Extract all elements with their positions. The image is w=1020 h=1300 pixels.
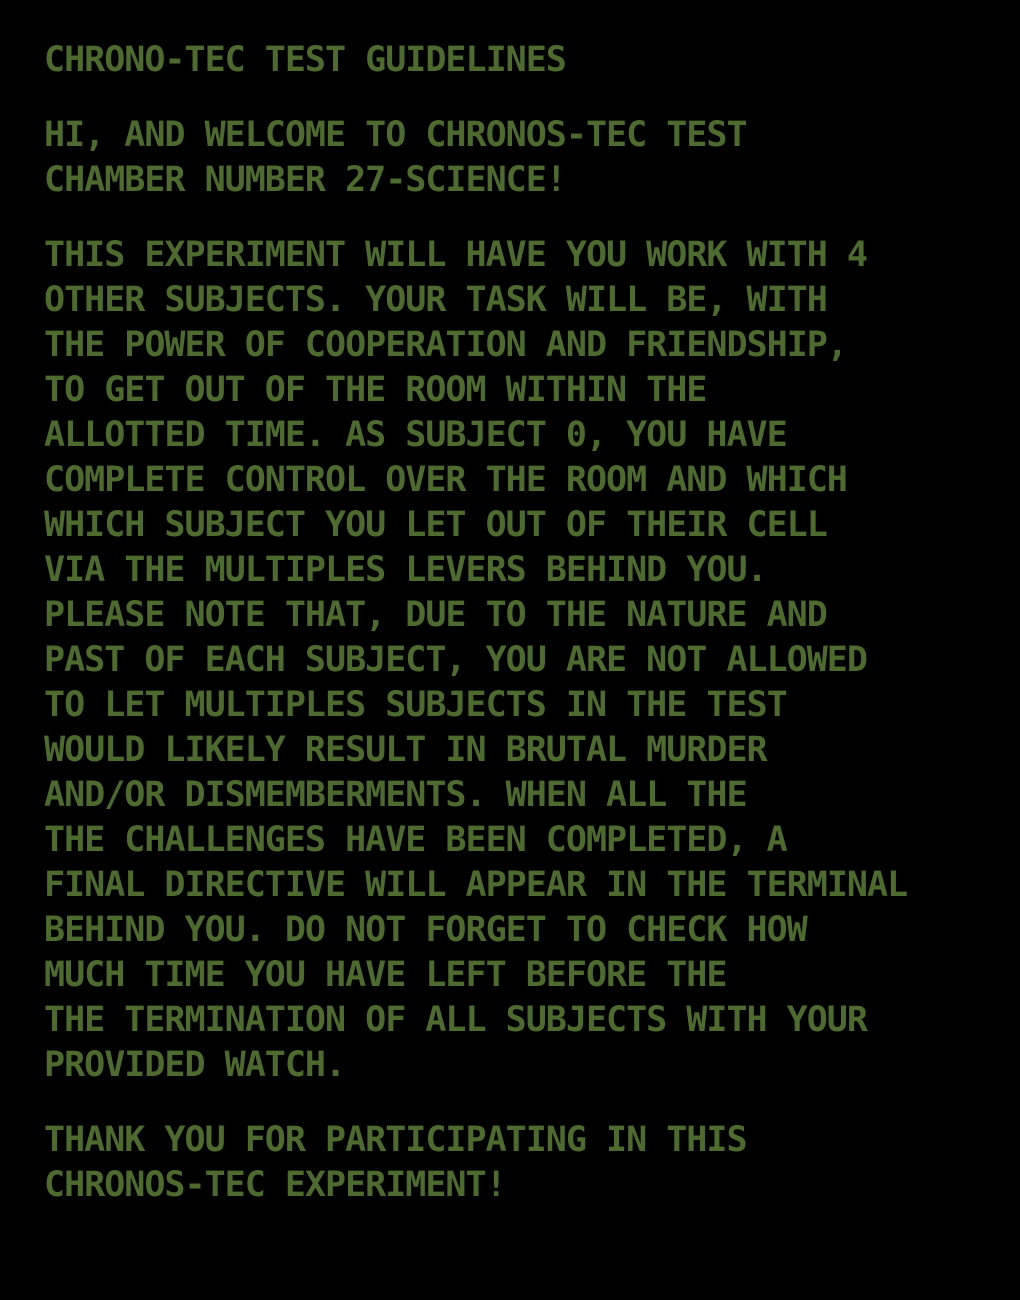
instruction-line: TO GET OUT OF THE ROOM WITHIN THE bbox=[44, 370, 707, 410]
instruction-line: FINAL DIRECTIVE WILL APPEAR IN THE TERMI… bbox=[44, 865, 908, 905]
closing-line: CHRONOS-TEC EXPERIMENT! bbox=[44, 1165, 507, 1205]
instruction-line: THE POWER OF COOPERATION AND FRIENDSHIP, bbox=[44, 325, 848, 365]
instruction-line: BEHIND YOU. DO NOT FORGET TO CHECK HOW bbox=[44, 910, 808, 950]
instruction-line: PAST OF EACH SUBJECT, YOU ARE NOT ALLOWE… bbox=[44, 640, 868, 680]
welcome-line: HI, AND WELCOME TO CHRONOS-TEC TEST bbox=[44, 115, 748, 155]
instruction-line: THE CHALLENGES HAVE BEEN COMPLETED, A bbox=[44, 820, 788, 860]
closing-line: THANK YOU FOR PARTICIPATING IN THIS bbox=[44, 1120, 748, 1160]
instruction-line: WHICH SUBJECT YOU LET OUT OF THEIR CELL bbox=[44, 505, 828, 545]
instruction-line: PLEASE NOTE THAT, DUE TO THE NATURE AND bbox=[44, 595, 828, 635]
instruction-line: AND/OR DISMEMBERMENTS. WHEN ALL THE bbox=[44, 775, 748, 815]
terminal-screen: CHRONO-TEC TEST GUIDELINES HI, AND WELCO… bbox=[0, 0, 1020, 1300]
instruction-line: VIA THE MULTIPLES LEVERS BEHIND YOU. bbox=[44, 550, 768, 590]
instruction-line: OTHER SUBJECTS. YOUR TASK WILL BE, WITH bbox=[44, 280, 828, 320]
instruction-line: WOULD LIKELY RESULT IN BRUTAL MURDER bbox=[44, 730, 768, 770]
instructions-paragraph: THIS EXPERIMENT WILL HAVE YOU WORK WITH … bbox=[44, 233, 984, 1088]
instruction-line: TO LET MULTIPLES SUBJECTS IN THE TEST bbox=[44, 685, 788, 725]
welcome-paragraph: HI, AND WELCOME TO CHRONOS-TEC TEST CHAM… bbox=[44, 113, 984, 203]
welcome-line: CHAMBER NUMBER 27-SCIENCE! bbox=[44, 160, 567, 200]
instruction-line: COMPLETE CONTROL OVER THE ROOM AND WHICH bbox=[44, 460, 848, 500]
instruction-line: PROVIDED WATCH. bbox=[44, 1045, 346, 1085]
guidelines-document: CHRONO-TEC TEST GUIDELINES HI, AND WELCO… bbox=[44, 38, 984, 1238]
closing-paragraph: THANK YOU FOR PARTICIPATING IN THIS CHRO… bbox=[44, 1118, 984, 1208]
document-title: CHRONO-TEC TEST GUIDELINES bbox=[44, 40, 567, 80]
instruction-line: MUCH TIME YOU HAVE LEFT BEFORE THE bbox=[44, 955, 727, 995]
instruction-line: ALLOTTED TIME. AS SUBJECT 0, YOU HAVE bbox=[44, 415, 788, 455]
instruction-line: THIS EXPERIMENT WILL HAVE YOU WORK WITH … bbox=[44, 235, 868, 275]
instruction-line: THE TERMINATION OF ALL SUBJECTS WITH YOU… bbox=[44, 1000, 868, 1040]
